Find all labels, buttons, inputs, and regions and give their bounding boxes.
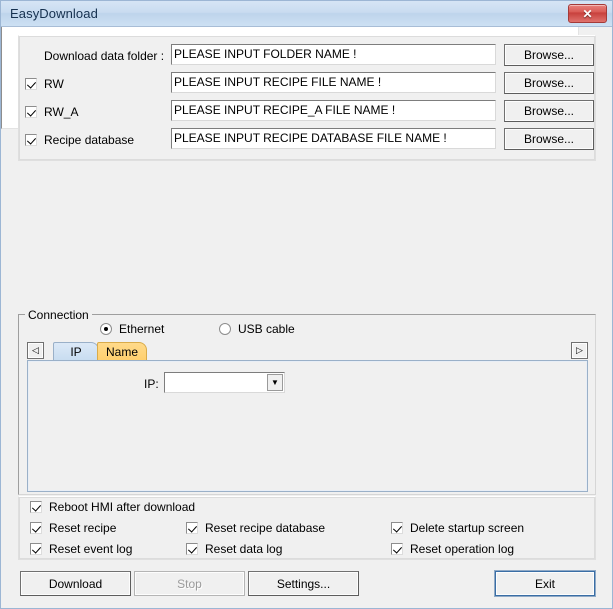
title-bar: EasyDownload ✕ [1, 1, 612, 27]
close-icon: ✕ [582, 6, 593, 21]
rw-file-input[interactable]: PLEASE INPUT RECIPE FILE NAME ! [171, 72, 496, 93]
checkbox-reset-event-log-label: Reset event log [49, 542, 133, 556]
checkbox-recipe-database-label: Recipe database [44, 133, 135, 147]
checkbox-recipe-database-box [25, 134, 37, 146]
checkbox-reboot-hmi-box [30, 501, 42, 513]
window-title: EasyDownload [10, 6, 98, 21]
checkbox-rw-label: RW [44, 77, 64, 91]
checkbox-reset-data-log-label: Reset data log [205, 542, 283, 556]
checkbox-rw-box [25, 78, 37, 90]
checkbox-reboot-hmi-label: Reboot HMI after download [49, 500, 196, 514]
checkbox-reset-data-log-box [186, 543, 198, 555]
browse-rw-a-button[interactable]: Browse... [504, 100, 594, 122]
checkbox-reset-recipe-database-label: Reset recipe database [205, 521, 326, 535]
checkbox-reset-event-log-box [30, 543, 42, 555]
tab-scroll-right-button[interactable]: ▷ [571, 342, 588, 359]
checkbox-delete-startup-screen[interactable]: Delete startup screen [391, 521, 524, 535]
checkbox-reset-recipe[interactable]: Reset recipe [30, 521, 116, 535]
checkbox-reset-operation-log[interactable]: Reset operation log [391, 542, 514, 556]
checkbox-reset-data-log[interactable]: Reset data log [186, 542, 282, 556]
tab-content-panel [27, 360, 588, 492]
chevron-left-icon: ◁ [32, 345, 39, 355]
tab-ip-label: IP [70, 345, 82, 359]
browse-recipe-database-button[interactable]: Browse... [504, 128, 594, 150]
rw-a-file-input[interactable]: PLEASE INPUT RECIPE_A FILE NAME ! [171, 100, 496, 121]
checkbox-rw-a-box [25, 106, 37, 118]
radio-usb-cable-label: USB cable [238, 322, 295, 336]
exit-button[interactable]: Exit [495, 571, 595, 596]
ip-combobox[interactable]: ▼ [164, 372, 285, 393]
radio-usb-cable-circle [219, 323, 231, 335]
radio-ethernet-circle [100, 323, 112, 335]
checkbox-reset-operation-log-label: Reset operation log [410, 542, 515, 556]
tab-scroll-left-button[interactable]: ◁ [27, 342, 44, 359]
chevron-down-icon: ▼ [267, 374, 283, 391]
checkbox-reboot-hmi[interactable]: Reboot HMI after download [30, 500, 195, 514]
checkbox-delete-startup-screen-label: Delete startup screen [410, 521, 525, 535]
checkbox-recipe-database[interactable]: Recipe database [25, 133, 134, 147]
browse-rw-button[interactable]: Browse... [504, 72, 594, 94]
checkbox-reset-recipe-database-box [186, 522, 198, 534]
connection-group-title: Connection [25, 308, 92, 322]
easydownload-window: EasyDownload ✕ Download data folder : PL… [0, 0, 613, 609]
download-button[interactable]: Download [20, 571, 131, 596]
tab-name-label: Name [105, 345, 138, 359]
checkbox-rw-a-label: RW_A [44, 105, 79, 119]
checkbox-reset-operation-log-box [391, 543, 403, 555]
download-folder-input[interactable]: PLEASE INPUT FOLDER NAME ! [171, 44, 496, 65]
close-button[interactable]: ✕ [568, 4, 607, 23]
chevron-right-icon: ▷ [576, 345, 583, 355]
checkbox-delete-startup-screen-box [391, 522, 403, 534]
tab-ip[interactable]: IP [53, 342, 99, 361]
checkbox-rw-a[interactable]: RW_A [25, 105, 78, 119]
settings-button[interactable]: Settings... [248, 571, 359, 596]
browse-folder-button[interactable]: Browse... [504, 44, 594, 66]
checkbox-reset-event-log[interactable]: Reset event log [30, 542, 132, 556]
checkbox-rw[interactable]: RW [25, 77, 64, 91]
radio-ethernet-label: Ethernet [119, 322, 165, 336]
checkbox-reset-recipe-database[interactable]: Reset recipe database [186, 521, 325, 535]
ip-label: IP: [144, 377, 159, 391]
checkbox-reset-recipe-box [30, 522, 42, 534]
tab-name[interactable]: Name [97, 342, 147, 361]
radio-ethernet[interactable]: Ethernet [100, 322, 164, 336]
radio-usb-cable[interactable]: USB cable [219, 322, 295, 336]
recipe-database-file-input[interactable]: PLEASE INPUT RECIPE DATABASE FILE NAME ! [171, 128, 496, 149]
download-folder-label: Download data folder : [44, 49, 165, 63]
stop-button: Stop [134, 571, 245, 596]
checkbox-reset-recipe-label: Reset recipe [49, 521, 117, 535]
